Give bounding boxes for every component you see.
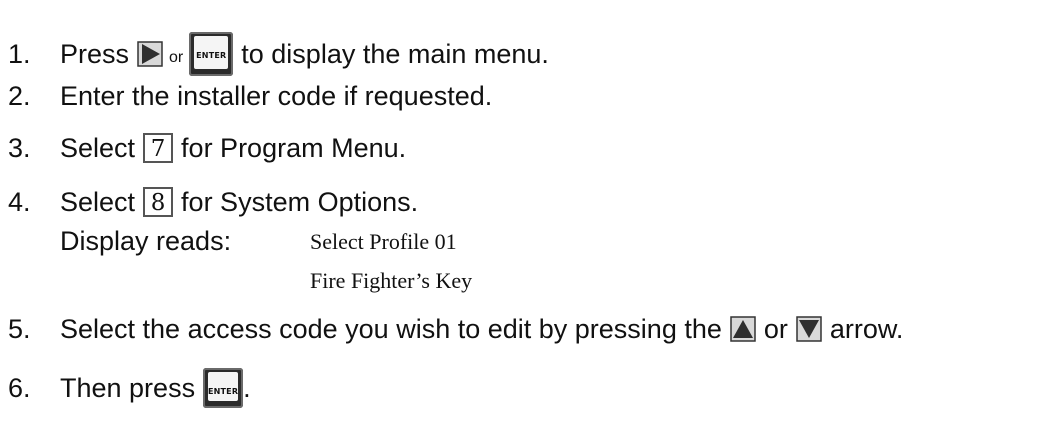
step-4: 4. Select 8 for System Options. (0, 187, 418, 217)
step-2: 2. Enter the installer code if requested… (0, 81, 492, 111)
enter-key-icon: ENTER (189, 32, 234, 76)
step-6: 6. Then press ENTER . (0, 368, 251, 408)
step-number: 4. (8, 187, 31, 217)
step-number: 2. (8, 81, 31, 111)
step-text: Select the access code you wish to edit … (60, 314, 722, 344)
step-text: for Program Menu. (181, 133, 407, 163)
step-3: 3. Select 7 for Program Menu. (0, 133, 406, 163)
step-text: Press (60, 39, 130, 69)
right-triangle-icon (137, 41, 163, 67)
step-text: to display the main menu. (241, 39, 549, 69)
step-1: 1. Press or ENTER to display the main me… (0, 32, 549, 76)
display-label: Display reads: (60, 226, 232, 256)
display-line-2: Fire Fighter’s Key (310, 268, 473, 293)
or-label: or (763, 314, 788, 344)
step-number: 3. (8, 133, 31, 163)
step-text: for System Options. (181, 187, 419, 217)
step-text: arrow. (829, 314, 904, 344)
step-text: . (243, 373, 251, 403)
display-line-1: Select Profile 01 (310, 229, 457, 254)
step-text: Then press (60, 373, 196, 403)
key-8-icon: 8 (143, 187, 174, 217)
or-label: or (169, 49, 184, 66)
enter-key-label: ENTER (207, 387, 239, 396)
down-triangle-icon (796, 316, 822, 342)
display-reads-row: Display reads: (0, 226, 231, 256)
step-number: 1. (8, 39, 31, 69)
enter-key-icon: ENTER (203, 368, 244, 408)
step-5: 5. Select the access code you wish to ed… (0, 314, 903, 344)
enter-key-label: ENTER (196, 51, 227, 60)
step-text: Select (60, 187, 136, 217)
key-7-icon: 7 (143, 133, 174, 163)
step-text: Enter the installer code if requested. (60, 81, 493, 111)
step-text: Select (60, 133, 136, 163)
step-number: 5. (8, 314, 31, 344)
up-triangle-icon (730, 316, 756, 342)
step-number: 6. (8, 373, 31, 403)
